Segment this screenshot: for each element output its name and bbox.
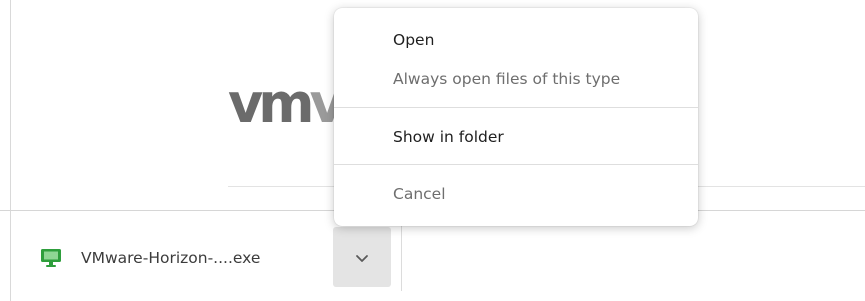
menu-item-open[interactable]: Open <box>334 30 698 50</box>
menu-item-always-open[interactable]: Always open files of this type <box>334 69 698 89</box>
shelf-divider <box>401 225 402 291</box>
vmware-logo: vmv <box>228 72 345 135</box>
download-item[interactable]: VMware-Horizon-....exe <box>30 231 260 285</box>
menu-separator <box>334 107 698 108</box>
download-file-name: VMware-Horizon-....exe <box>81 249 261 267</box>
monitor-icon <box>40 247 62 269</box>
chevron-down-icon <box>355 248 369 267</box>
menu-item-show-in-folder[interactable]: Show in folder <box>334 127 698 147</box>
menu-item-cancel[interactable]: Cancel <box>334 184 698 204</box>
logo-main: vm <box>228 72 314 135</box>
download-context-menu: Open Always open files of this type Show… <box>334 8 698 226</box>
window-left-edge <box>10 211 11 301</box>
menu-separator <box>334 164 698 165</box>
download-menu-button[interactable] <box>333 227 391 287</box>
window-left-edge <box>10 0 11 210</box>
